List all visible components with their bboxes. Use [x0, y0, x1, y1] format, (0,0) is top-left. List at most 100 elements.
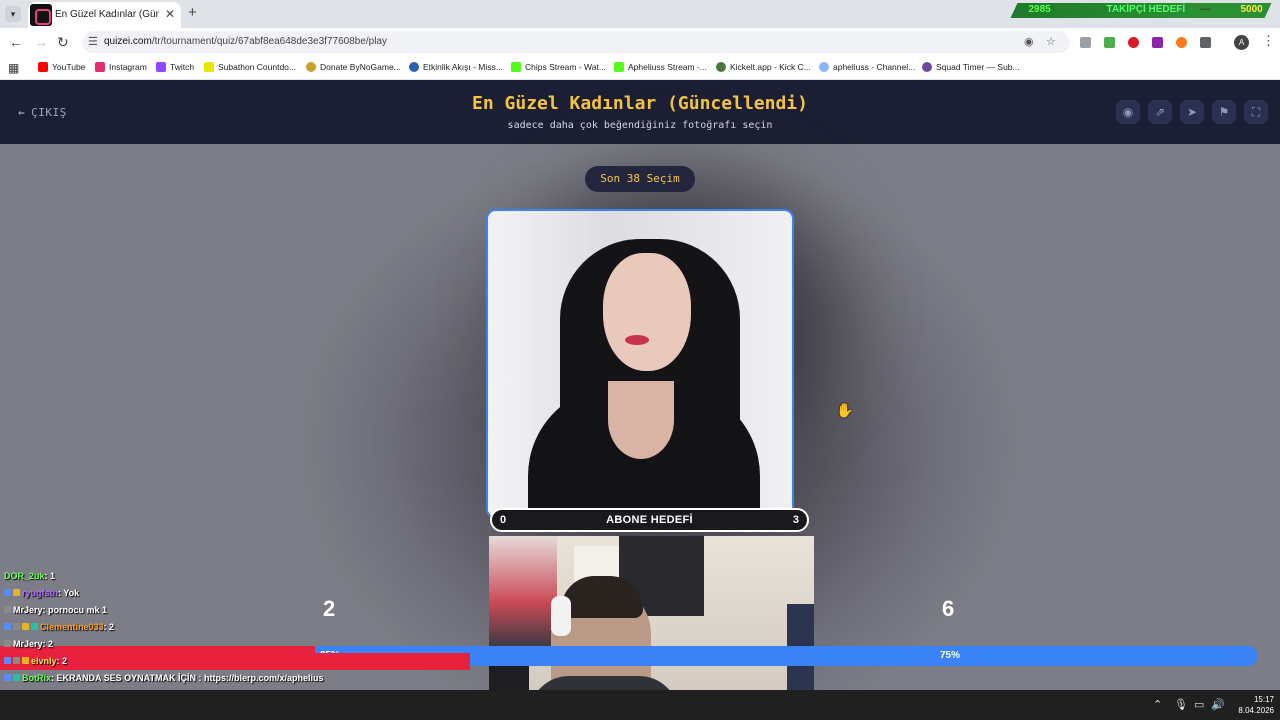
tab-title: En Güzel Kadınlar (Güncellendi) [55, 9, 159, 20]
bookmark-subathon[interactable]: Subathon Countdo... [204, 62, 296, 72]
bookmark-twitch[interactable]: Twitch [156, 62, 194, 72]
chat-username[interactable]: MrJery [13, 639, 43, 649]
chat-badge-icon [13, 674, 20, 681]
photo-face [603, 253, 691, 371]
candidate-photo-card[interactable] [486, 209, 794, 519]
chat-text: : 2 [103, 622, 115, 632]
youtube-icon [38, 62, 48, 72]
photo-lips [625, 335, 649, 345]
stream-chat-overlay: DOR_2uk: 1 ryugfsth: Yok MrJery: pornocu m… [0, 568, 470, 704]
screen: ▾ En Güzel Kadınlar (Güncellendi) ✕ + 29… [0, 0, 1280, 720]
bookmark-kickelt[interactable]: Kickelt.app - Kick C... [716, 62, 811, 72]
chat-username[interactable]: DOR_2uk [4, 571, 45, 581]
last-choice-badge: Son 38 Seçim [585, 166, 695, 192]
webcam-headset [551, 596, 571, 636]
orange-extension-icon[interactable] [1176, 37, 1187, 48]
bookmark-youtube[interactable]: YouTube [38, 62, 85, 72]
chat-message: BotRix: EKRANDA SES OYNATMAK İÇİN : http… [0, 670, 470, 687]
tab-close-icon[interactable]: ✕ [165, 7, 175, 21]
chat-badge-icon [4, 657, 11, 664]
timer-icon [922, 62, 932, 72]
subscriber-goal-bar: 0 ABONE HEDEFİ 3 [490, 508, 809, 532]
bookmark-instagram[interactable]: Instagram [95, 62, 147, 72]
network-icon[interactable]: ▭ [1194, 698, 1204, 711]
eye-off-icon[interactable]: ◉ [1024, 35, 1034, 48]
bookmark-channel[interactable]: apheliuss - Channel... [819, 62, 915, 72]
follower-goal-label: TAKİPÇİ HEDEFİ [1106, 4, 1186, 15]
page-subtitle: sadece daha çok beğendiğiniz fotoğrafı s… [507, 120, 773, 131]
eye-icon[interactable]: ◉ [1116, 100, 1140, 124]
chat-username[interactable]: MrJery [13, 605, 43, 615]
send-icon[interactable]: ➤ [1180, 100, 1204, 124]
shield-extension-icon[interactable] [1080, 37, 1091, 48]
kick-icon [614, 62, 624, 72]
volume-icon[interactable]: 🔊 [1211, 698, 1225, 711]
tray-expand-icon[interactable]: ⌃ [1153, 698, 1162, 711]
browser-toolbar: ← → ↻ ☰ quizei.com/tr/tournament/quiz/67… [0, 28, 1280, 56]
chat-badge-icon [4, 674, 11, 681]
chat-text: : Yok [58, 588, 80, 598]
chat-text: : 2 [42, 639, 54, 649]
kick-icon [511, 62, 521, 72]
chat-badge-icon [13, 657, 20, 664]
chat-message: elvnly: 2 [0, 653, 470, 670]
chat-badge-icon [4, 589, 11, 596]
chat-badge-icon [22, 623, 29, 630]
chat-badge-icon [22, 657, 29, 664]
chat-message: ryugfsth: Yok [0, 585, 470, 602]
globe-icon [409, 62, 419, 72]
chat-username[interactable]: Clementine033 [40, 622, 104, 632]
microphone-icon[interactable]: 🎙 [1174, 698, 1188, 711]
back-arrow-icon[interactable]: ← [9, 34, 23, 50]
fullscreen-icon[interactable]: ⛶ [1244, 100, 1268, 124]
chat-badge-icon [4, 606, 11, 613]
clock-date: 8.04.2026 [1238, 706, 1274, 715]
chat-username[interactable]: BotRix [22, 673, 51, 683]
taskbar-clock[interactable]: 15:17 8.04.2026 [1230, 694, 1274, 716]
bookmark-squad-timer[interactable]: Squad Timer — Sub... [922, 62, 1020, 72]
url-text[interactable]: quizei.com/tr/tournament/quiz/67abf8ea64… [104, 36, 387, 47]
bookmark-donate[interactable]: Donate ByNoGame... [306, 62, 401, 72]
clock-time: 15:17 [1253, 695, 1274, 704]
address-bar[interactable]: ☰ quizei.com/tr/tournament/quiz/67abf8ea… [82, 31, 1070, 53]
browser-tab-bar: ▾ En Güzel Kadınlar (Güncellendi) ✕ + 29… [0, 0, 1280, 28]
extensions-puzzle-icon[interactable] [1200, 37, 1211, 48]
profile-avatar[interactable]: A [1234, 35, 1249, 50]
loading-icon [819, 62, 829, 72]
follower-goal-target: 5000 [1240, 4, 1263, 15]
bookmark-etkinlik[interactable]: Etkinlik Akışı - Miss... [409, 62, 503, 72]
share-icon[interactable]: ⇗ [1148, 100, 1172, 124]
chat-badge-icon [13, 623, 20, 630]
chat-badge-icon [4, 640, 11, 647]
chat-badge-icon [4, 623, 11, 630]
tab-search-icon[interactable]: ▾ [5, 6, 21, 22]
bynogame-icon [306, 62, 316, 72]
minimize-icon[interactable]: — [1200, 3, 1211, 15]
record-extension-icon[interactable] [1128, 37, 1139, 48]
follower-goal-current: 2985 [1028, 4, 1051, 15]
apps-grid-icon[interactable]: ▦ [8, 61, 19, 75]
new-tab-button[interactable]: + [188, 4, 197, 21]
purple-extension-icon[interactable] [1152, 37, 1163, 48]
instagram-favicon-icon [30, 4, 52, 26]
chat-message: Clementine033: 2 [0, 619, 470, 636]
os-taskbar: ⌃ 🎙 ▭ 🔊 15:17 8.04.2026 [0, 690, 1280, 720]
page-title: En Güzel Kadınlar (Güncellendi) [472, 93, 808, 114]
chat-username[interactable]: elvnly [31, 656, 57, 666]
follower-goal-widget: 2985 TAKİPÇİ HEDEFİ 5000 [1010, 3, 1272, 18]
bookmark-chips[interactable]: Chips Stream - Wat... [511, 62, 606, 72]
browser-menu-icon[interactable]: ⋮ [1262, 33, 1275, 49]
chat-username[interactable]: ryugfsth [22, 588, 58, 598]
kickelt-icon [716, 62, 726, 72]
subscriber-goal-target: 3 [792, 514, 799, 526]
flag-icon[interactable]: ⚑ [1212, 100, 1236, 124]
bookmark-star-icon[interactable]: ☆ [1046, 35, 1056, 48]
reload-icon[interactable]: ↻ [57, 34, 69, 51]
forward-arrow-icon[interactable]: → [34, 34, 48, 50]
site-info-icon[interactable]: ☰ [88, 35, 98, 48]
browser-tab[interactable]: En Güzel Kadınlar (Güncellendi) ✕ [28, 2, 181, 28]
battery-extension-icon[interactable] [1104, 37, 1115, 48]
subscriber-goal-label: ABONE HEDEFİ [606, 514, 693, 526]
chat-message: DOR_2uk: 1 [0, 568, 470, 585]
bookmark-apheliuss-stream[interactable]: Apheliuss Stream -... [614, 62, 707, 72]
